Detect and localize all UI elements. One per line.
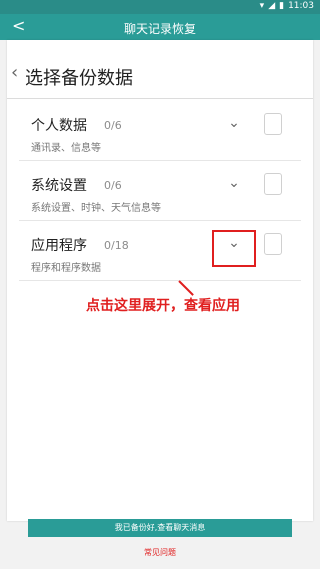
status-bar: ▾ ◢ ▮ 11:03 xyxy=(0,0,320,14)
chevron-down-icon[interactable]: ⌄ xyxy=(224,115,244,135)
app-title: 聊天记录恢复 xyxy=(123,22,196,36)
list-item-system-settings[interactable]: 系统设置 0/6 系统设置、时钟、天气信息等 ⌄ xyxy=(19,161,301,221)
battery-icon: ▮ xyxy=(279,1,285,11)
backup-header: ‹ 选择备份数据 xyxy=(7,40,313,99)
checkbox[interactable] xyxy=(261,173,282,200)
highlight-box xyxy=(212,230,256,267)
wifi-icon: ▾ xyxy=(259,1,265,11)
faq-link[interactable]: 常见问题 xyxy=(0,547,320,558)
item-count: 0/6 xyxy=(104,179,122,192)
item-name: 应用程序 xyxy=(31,238,87,254)
view-messages-button[interactable]: 我已备份好,查看聊天消息 xyxy=(28,519,292,537)
back-chevron-icon[interactable]: ‹ xyxy=(11,62,18,83)
backup-selection-card: ‹ 选择备份数据 个人数据 0/6 通讯录、信息等 ⌄ 系统设置 0/6 系统设… xyxy=(7,40,313,521)
item-desc: 程序和程序数据 xyxy=(31,263,101,274)
list-item-personal-data[interactable]: 个人数据 0/6 通讯录、信息等 ⌄ xyxy=(19,101,301,161)
checkbox[interactable] xyxy=(261,233,282,260)
item-count: 0/18 xyxy=(104,239,129,252)
checkbox[interactable] xyxy=(261,113,282,140)
item-desc: 通讯录、信息等 xyxy=(31,143,101,154)
item-name: 系统设置 xyxy=(31,178,87,194)
status-icons: ▾ ◢ ▮ 11:03 xyxy=(260,1,314,11)
chevron-down-icon[interactable]: ⌄ xyxy=(224,175,244,195)
annotation-text: 点击这里展开，查看应用 xyxy=(86,298,240,314)
clock: 11:03 xyxy=(288,1,314,11)
backup-title: 选择备份数据 xyxy=(25,68,133,89)
item-name: 个人数据 xyxy=(31,118,87,134)
item-count: 0/6 xyxy=(104,119,122,132)
app-bar: < 聊天记录恢复 xyxy=(0,14,320,40)
item-desc: 系统设置、时钟、天气信息等 xyxy=(31,203,161,214)
list-item-applications[interactable]: 应用程序 0/18 程序和程序数据 ⌄ xyxy=(19,221,301,281)
signal-icon: ◢ xyxy=(268,1,276,11)
